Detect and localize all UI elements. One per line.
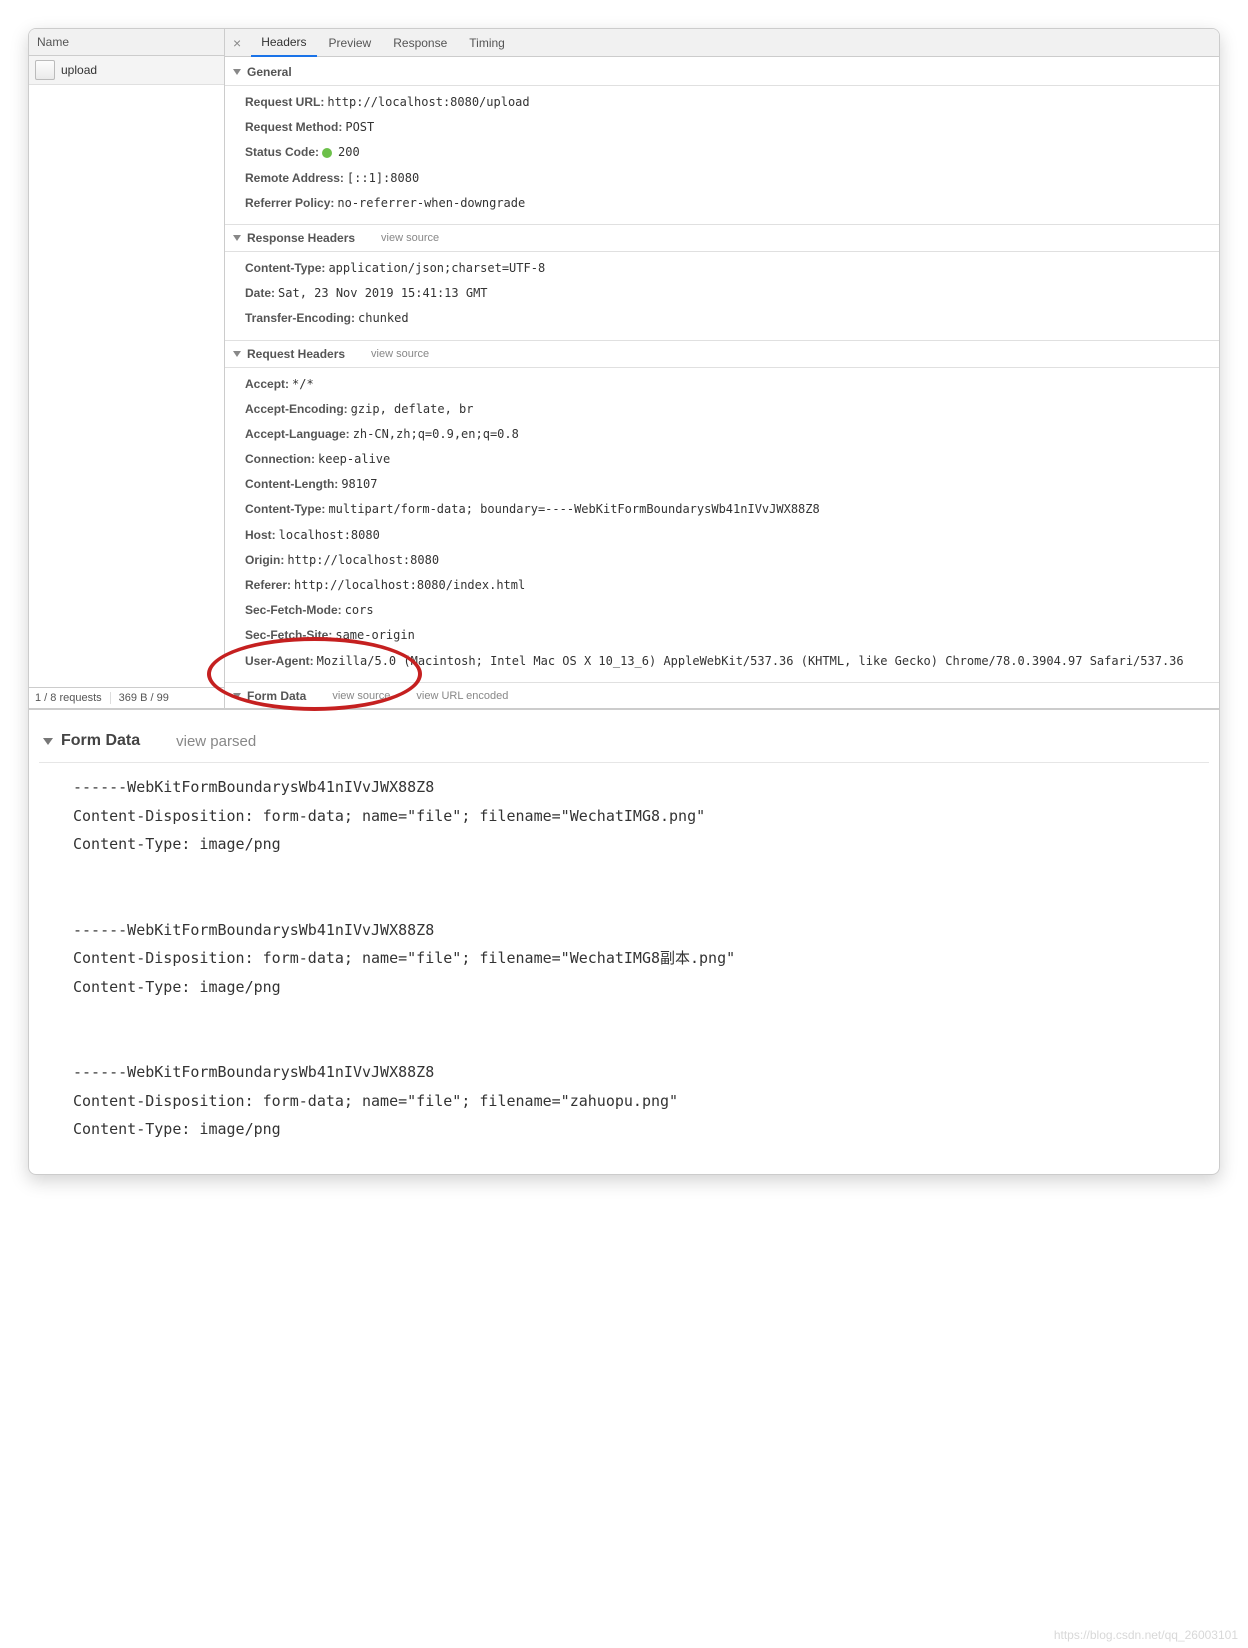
response-headers-list: Content-Type:application/json;charset=UT… [225, 252, 1219, 340]
req-accept-encoding-key: Accept-Encoding: [245, 402, 348, 416]
request-method-key: Request Method: [245, 120, 342, 134]
status-code-key: Status Code: [245, 145, 319, 159]
resp-transfer-encoding-value: chunked [358, 311, 409, 325]
resp-content-type-key: Content-Type: [245, 261, 325, 275]
chevron-down-icon [233, 235, 241, 241]
watermark: https://blog.csdn.net/qq_26003101 [1054, 1628, 1238, 1642]
req-user-agent-value: Mozilla/5.0 (Macintosh; Intel Mac OS X 1… [317, 654, 1184, 668]
section-response-headers[interactable]: Response Headers view source [225, 224, 1219, 252]
section-form-data[interactable]: Form Data view source view URL encoded [225, 682, 1219, 708]
resp-transfer-encoding-key: Transfer-Encoding: [245, 311, 355, 325]
close-icon[interactable]: × [231, 35, 249, 51]
footer-requests: 1 / 8 requests [35, 692, 111, 704]
referrer-policy-key: Referrer Policy: [245, 196, 334, 210]
devtools-top: Name upload 1 / 8 requests 369 B / 99 × … [29, 29, 1219, 709]
request-headers-list: Accept:*/* Accept-Encoding:gzip, deflate… [225, 368, 1219, 682]
request-list-panel: Name upload 1 / 8 requests 369 B / 99 [29, 29, 225, 708]
form-data-raw-body: ------WebKitFormBoundarysWb41nIVvJWX88Z8… [39, 773, 1209, 1144]
chevron-down-icon [233, 693, 241, 699]
section-form-data-label: Form Data [247, 689, 306, 703]
referrer-policy-value: no-referrer-when-downgrade [337, 196, 525, 210]
req-content-length-value: 98107 [341, 477, 377, 491]
resp-content-type-value: application/json;charset=UTF-8 [328, 261, 545, 275]
general-list: Request URL:http://localhost:8080/upload… [225, 86, 1219, 224]
tab-response[interactable]: Response [383, 30, 457, 56]
req-content-type-value: multipart/form-data; boundary=----WebKit… [328, 502, 819, 516]
request-url-value: http://localhost:8080/upload [327, 95, 529, 109]
section-request-headers[interactable]: Request Headers view source [225, 340, 1219, 368]
req-accept-encoding-value: gzip, deflate, br [351, 402, 474, 416]
req-sec-fetch-site-value: same-origin [335, 628, 414, 642]
details-panel: × Headers Preview Response Timing Genera… [225, 29, 1219, 708]
view-source-link[interactable]: view source [381, 232, 439, 244]
tab-timing[interactable]: Timing [459, 30, 515, 56]
resp-date-value: Sat, 23 Nov 2019 15:41:13 GMT [278, 286, 488, 300]
remote-address-key: Remote Address: [245, 171, 344, 185]
req-origin-value: http://localhost:8080 [287, 553, 439, 567]
tab-headers[interactable]: Headers [251, 29, 316, 57]
request-list-header[interactable]: Name [29, 29, 224, 56]
request-name-label: upload [61, 63, 97, 77]
remote-address-value: [::1]:8080 [347, 171, 419, 185]
chevron-down-icon [233, 69, 241, 75]
req-connection-value: keep-alive [318, 452, 390, 466]
req-accept-key: Accept: [245, 377, 289, 391]
tab-preview[interactable]: Preview [319, 30, 382, 56]
request-row-upload[interactable]: upload [29, 56, 224, 85]
section-response-headers-label: Response Headers [247, 231, 355, 245]
req-sec-fetch-site-key: Sec-Fetch-Site: [245, 628, 332, 642]
request-url-key: Request URL: [245, 95, 324, 109]
req-sec-fetch-mode-key: Sec-Fetch-Mode: [245, 603, 342, 617]
req-accept-language-key: Accept-Language: [245, 427, 350, 441]
view-parsed-link[interactable]: view parsed [176, 733, 256, 750]
req-content-type-key: Content-Type: [245, 502, 325, 516]
headers-details: General Request URL:http://localhost:808… [225, 57, 1219, 708]
section-general[interactable]: General [225, 59, 1219, 86]
req-sec-fetch-mode-value: cors [345, 603, 374, 617]
req-accept-value: */* [292, 377, 314, 391]
footer-bytes: 369 B / 99 [119, 692, 177, 704]
section-general-label: General [247, 65, 292, 79]
req-connection-key: Connection: [245, 452, 315, 466]
devtools-window: Name upload 1 / 8 requests 369 B / 99 × … [28, 28, 1220, 1175]
chevron-down-icon [43, 738, 53, 745]
view-source-link[interactable]: view source [371, 348, 429, 360]
status-code-value: 200 [338, 145, 360, 159]
request-list-footer: 1 / 8 requests 369 B / 99 [29, 687, 224, 708]
status-dot-icon [322, 148, 332, 158]
req-accept-language-value: zh-CN,zh;q=0.9,en;q=0.8 [353, 427, 519, 441]
request-list: upload [29, 56, 224, 687]
request-method-value: POST [345, 120, 374, 134]
form-data-raw-panel: Form Data view parsed ------WebKitFormBo… [29, 709, 1219, 1174]
req-referer-key: Referer: [245, 578, 291, 592]
chevron-down-icon [233, 351, 241, 357]
req-host-value: localhost:8080 [279, 528, 380, 542]
req-host-key: Host: [245, 528, 276, 542]
req-user-agent-key: User-Agent: [245, 654, 314, 668]
form-data-raw-title: Form Data [61, 732, 140, 750]
file-icon [35, 60, 55, 80]
section-request-headers-label: Request Headers [247, 347, 345, 361]
req-referer-value: http://localhost:8080/index.html [294, 578, 525, 592]
form-data-raw-header[interactable]: Form Data view parsed [39, 726, 1209, 763]
req-content-length-key: Content-Length: [245, 477, 338, 491]
view-source-link[interactable]: view source [332, 690, 390, 702]
req-origin-key: Origin: [245, 553, 284, 567]
view-url-encoded-link[interactable]: view URL encoded [416, 690, 508, 702]
resp-date-key: Date: [245, 286, 275, 300]
tabs-row: × Headers Preview Response Timing [225, 29, 1219, 57]
